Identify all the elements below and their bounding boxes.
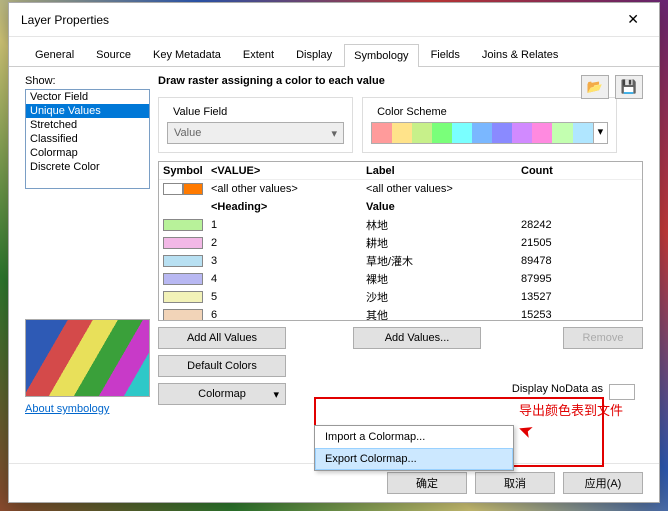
- color-scheme-title: Color Scheme: [373, 106, 451, 118]
- tab-key-metadata[interactable]: Key Metadata: [143, 43, 231, 66]
- layer-thumbnail: [25, 319, 150, 397]
- add-values-button[interactable]: Add Values...: [353, 327, 481, 349]
- tab-joins-relates[interactable]: Joins & Relates: [472, 43, 568, 66]
- colormap-menu: Import a Colormap... Export Colormap...: [314, 425, 514, 471]
- show-item[interactable]: Classified: [26, 132, 149, 146]
- values-grid[interactable]: Symbol<VALUE>LabelCount<all other values…: [158, 161, 643, 321]
- show-item[interactable]: Colormap: [26, 146, 149, 160]
- show-item[interactable]: Vector Field: [26, 90, 149, 104]
- table-row[interactable]: <Heading>Value: [159, 198, 642, 216]
- about-symbology-link[interactable]: About symbology: [25, 403, 150, 415]
- show-list[interactable]: Vector FieldUnique ValuesStretchedClassi…: [25, 89, 150, 189]
- table-row[interactable]: 4裸地87995: [159, 270, 642, 288]
- open-folder-icon[interactable]: 📂: [581, 75, 609, 99]
- nodata-label: Display NoData as: [512, 383, 603, 395]
- table-row[interactable]: Symbol<VALUE>LabelCount: [159, 162, 642, 180]
- show-item[interactable]: Unique Values: [26, 104, 149, 118]
- tab-general[interactable]: General: [25, 43, 84, 66]
- show-item[interactable]: Stretched: [26, 118, 149, 132]
- tab-source[interactable]: Source: [86, 43, 141, 66]
- tab-fields[interactable]: Fields: [421, 43, 470, 66]
- table-row[interactable]: 3草地/灌木89478: [159, 252, 642, 270]
- ok-button[interactable]: 确定: [387, 472, 467, 494]
- table-row[interactable]: 6其他15253: [159, 306, 642, 321]
- annotation-arrow-icon: ➤: [515, 418, 536, 443]
- add-all-values-button[interactable]: Add All Values: [158, 327, 286, 349]
- table-row[interactable]: 1林地28242: [159, 216, 642, 234]
- show-label: Show:: [25, 75, 150, 87]
- show-item[interactable]: Discrete Color: [26, 160, 149, 174]
- color-scheme-group: Color Scheme ▾: [362, 97, 617, 153]
- value-field-group: Value Field Value▾: [158, 97, 353, 153]
- tab-symbology[interactable]: Symbology: [344, 44, 418, 67]
- chevron-down-icon: ▾: [331, 127, 337, 140]
- table-row[interactable]: <all other values><all other values>: [159, 180, 642, 198]
- color-scheme-dropdown[interactable]: ▾: [371, 122, 608, 144]
- annotation-text: 导出颜色表到文件: [519, 400, 623, 419]
- default-colors-button[interactable]: Default Colors: [158, 355, 286, 377]
- chevron-down-icon: ▾: [273, 388, 279, 401]
- close-icon[interactable]: ✕: [619, 11, 647, 28]
- import-colormap-item[interactable]: Import a Colormap...: [315, 426, 513, 448]
- table-row[interactable]: 2耕地21505: [159, 234, 642, 252]
- table-row[interactable]: 5沙地13527: [159, 288, 642, 306]
- cancel-button[interactable]: 取消: [475, 472, 555, 494]
- layer-properties-dialog: Layer Properties ✕ GeneralSourceKey Meta…: [8, 2, 660, 503]
- tab-extent[interactable]: Extent: [233, 43, 284, 66]
- apply-button[interactable]: 应用(A): [563, 472, 643, 494]
- titlebar: Layer Properties ✕: [9, 3, 659, 37]
- value-field-title: Value Field: [169, 106, 231, 118]
- nodata-color-swatch[interactable]: [609, 384, 635, 400]
- remove-button[interactable]: Remove: [563, 327, 643, 349]
- export-colormap-item[interactable]: Export Colormap...: [315, 448, 513, 470]
- main-heading: Draw raster assigning a color to each va…: [158, 75, 643, 87]
- value-field-dropdown[interactable]: Value▾: [167, 122, 344, 144]
- content-area: Show: Vector FieldUnique ValuesStretched…: [9, 67, 659, 463]
- save-icon[interactable]: 💾: [615, 75, 643, 99]
- window-title: Layer Properties: [21, 13, 109, 27]
- tab-display[interactable]: Display: [286, 43, 342, 66]
- colormap-dropdown[interactable]: Colormap▾: [158, 383, 286, 405]
- tab-bar: GeneralSourceKey MetadataExtentDisplaySy…: [9, 37, 659, 67]
